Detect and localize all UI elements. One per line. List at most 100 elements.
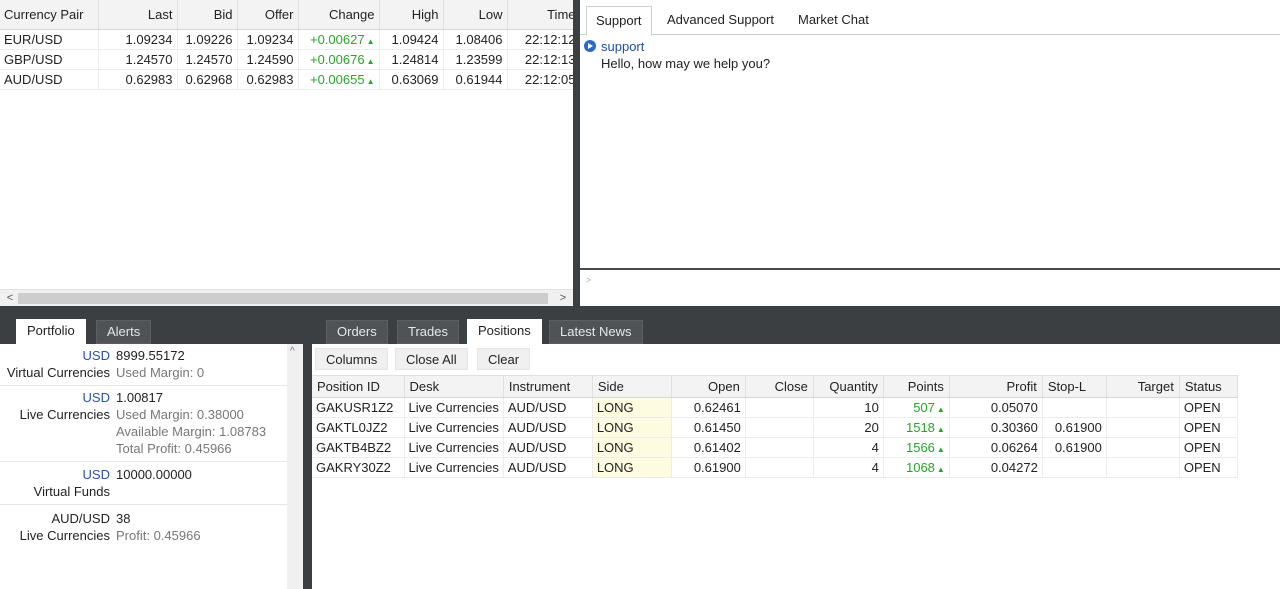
group-detail: Total Profit: 0.45966	[116, 441, 232, 456]
tab-orders[interactable]: Orders	[326, 320, 388, 344]
trading-tabs: Orders Trades Positions Latest News	[312, 314, 1280, 345]
positions-panel: Columns Close All Clear Position ID Desk…	[312, 344, 1280, 589]
chat-panel: Support Advanced Support Market Chat sup…	[580, 0, 1280, 306]
position-stop-loss	[1042, 457, 1107, 478]
group-detail: Profit: 0.45966	[116, 528, 201, 543]
quote-row[interactable]: AUD/USD 0.62983 0.62968 0.62983 +0.00655…	[0, 69, 573, 90]
columns-button[interactable]: Columns	[315, 348, 389, 370]
up-arrow-icon: ▲	[936, 465, 945, 474]
tab-market-chat[interactable]: Market Chat	[789, 6, 878, 35]
column-header-points[interactable]: Points	[883, 375, 950, 398]
column-header-change[interactable]: Change	[298, 0, 380, 30]
position-status: OPEN	[1179, 457, 1238, 478]
column-header-time[interactable]: Time	[507, 0, 573, 30]
position-close	[745, 397, 814, 418]
group-name: Live Currencies	[19, 407, 110, 422]
tab-trades[interactable]: Trades	[397, 320, 459, 344]
position-row[interactable]: GAKTL0JZ2 Live Currencies AUD/USD LONG 0…	[312, 417, 1238, 438]
column-header-position-id[interactable]: Position ID	[312, 375, 405, 398]
position-profit: 0.05070	[949, 397, 1043, 418]
tab-alerts[interactable]: Alerts	[96, 320, 152, 344]
position-quantity: 4	[813, 437, 884, 458]
quote-high: 1.24814	[379, 49, 444, 70]
group-detail: Available Margin: 1.08783	[116, 424, 267, 439]
tab-latest-news[interactable]: Latest News	[549, 320, 643, 344]
group-currency: USD	[82, 390, 110, 405]
quote-change: +0.00627 ▲	[298, 29, 380, 50]
positions-header-row: Position ID Desk Instrument Side Open Cl…	[312, 375, 1238, 398]
position-side: LONG	[592, 417, 672, 438]
group-currency: AUD/USD	[51, 511, 110, 526]
column-header-bid[interactable]: Bid	[177, 0, 238, 30]
column-header-high[interactable]: High	[379, 0, 444, 30]
tab-positions[interactable]: Positions	[467, 319, 542, 345]
group-currency: USD	[82, 348, 110, 363]
position-row[interactable]: GAKUSR1Z2 Live Currencies AUD/USD LONG 0…	[312, 397, 1238, 418]
close-all-button[interactable]: Close All	[395, 348, 468, 370]
position-open: 0.61450	[671, 417, 746, 438]
portfolio-vertical-scrollbar[interactable]: ^	[287, 344, 303, 589]
quote-low: 0.61944	[443, 69, 508, 90]
quote-bid: 0.62968	[177, 69, 238, 90]
scroll-up-icon[interactable]: ^	[290, 346, 295, 357]
scroll-left-icon[interactable]: <	[2, 290, 18, 307]
scrollbar-thumb[interactable]	[18, 293, 548, 304]
column-header-target[interactable]: Target	[1106, 375, 1180, 398]
quote-change-value: +0.00655	[309, 71, 365, 87]
position-side: LONG	[592, 437, 672, 458]
quote-high: 0.63069	[379, 69, 444, 90]
position-row[interactable]: GAKRY30Z2 Live Currencies AUD/USD LONG 0…	[312, 457, 1238, 478]
quote-low: 1.23599	[443, 49, 508, 70]
column-header-side[interactable]: Side	[592, 375, 672, 398]
up-arrow-icon: ▲	[366, 56, 375, 66]
quote-offer: 1.09234	[237, 29, 299, 50]
position-status: OPEN	[1179, 397, 1238, 418]
portfolio-group[interactable]: USD 8999.55172 Virtual Currencies Used M…	[0, 344, 287, 386]
portfolio-group[interactable]: USD 1.00817 Live Currencies Used Margin:…	[0, 386, 287, 462]
column-header-quantity[interactable]: Quantity	[813, 375, 884, 398]
tab-portfolio[interactable]: Portfolio	[16, 319, 86, 345]
portfolio-tabs: Portfolio Alerts	[0, 314, 305, 345]
quote-row[interactable]: GBP/USD 1.24570 1.24570 1.24590 +0.00676…	[0, 49, 573, 70]
portfolio-group[interactable]: AUD/USD 38 Live Currencies Profit: 0.459…	[0, 505, 287, 549]
tab-advanced-support[interactable]: Advanced Support	[658, 6, 783, 35]
portfolio-group[interactable]: USD 10000.00000 Virtual Funds	[0, 462, 287, 505]
column-header-desk[interactable]: Desk	[404, 375, 504, 398]
column-header-last[interactable]: Last	[98, 0, 178, 30]
quotes-panel: Currency Pair Last Bid Offer Change High…	[0, 0, 573, 306]
tab-support[interactable]: Support	[586, 6, 652, 36]
play-circle-icon	[584, 40, 596, 52]
quotes-header-row: Currency Pair Last Bid Offer Change High…	[0, 0, 573, 30]
position-quantity: 20	[813, 417, 884, 438]
column-header-status[interactable]: Status	[1179, 375, 1238, 398]
position-profit: 0.06264	[949, 437, 1043, 458]
quote-time: 22:12:13	[507, 49, 573, 70]
quote-last: 1.09234	[98, 29, 178, 50]
group-value: 1.00817	[116, 390, 163, 405]
positions-table: Position ID Desk Instrument Side Open Cl…	[312, 375, 1238, 478]
position-row[interactable]: GAKTB4BZ2 Live Currencies AUD/USD LONG 0…	[312, 437, 1238, 458]
message-sender: support	[601, 39, 645, 54]
clear-button[interactable]: Clear	[477, 348, 531, 370]
column-header-close[interactable]: Close	[745, 375, 814, 398]
column-header-instrument[interactable]: Instrument	[503, 375, 593, 398]
up-arrow-icon: ▲	[366, 36, 375, 46]
position-stop-loss: 0.61900	[1042, 437, 1107, 458]
position-close	[745, 457, 814, 478]
column-header-offer[interactable]: Offer	[237, 0, 299, 30]
position-status: OPEN	[1179, 437, 1238, 458]
column-header-profit[interactable]: Profit	[949, 375, 1043, 398]
position-profit: 0.04272	[949, 457, 1043, 478]
position-id: GAKUSR1Z2	[312, 397, 405, 418]
column-header-currency-pair[interactable]: Currency Pair	[0, 0, 99, 30]
quotes-horizontal-scrollbar[interactable]: < >	[0, 289, 573, 306]
column-header-open[interactable]: Open	[671, 375, 746, 398]
column-header-low[interactable]: Low	[443, 0, 508, 30]
group-value: 38	[116, 511, 131, 526]
column-header-stop-loss[interactable]: Stop-L	[1042, 375, 1107, 398]
positions-toolbar: Columns Close All Clear	[312, 344, 1280, 375]
chat-input[interactable]: >	[580, 268, 1280, 306]
scroll-right-icon[interactable]: >	[555, 290, 571, 307]
quote-row[interactable]: EUR/USD 1.09234 1.09226 1.09234 +0.00627…	[0, 29, 573, 50]
chat-tabs: Support Advanced Support Market Chat	[580, 0, 1280, 36]
